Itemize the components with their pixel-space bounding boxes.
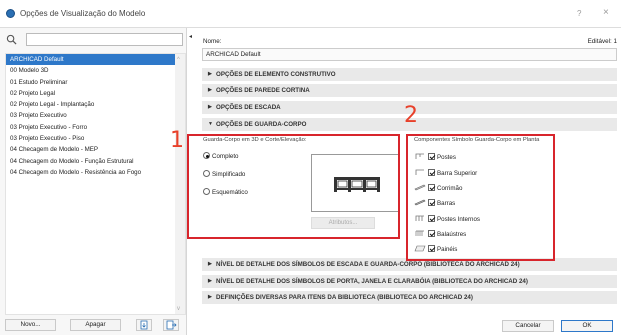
list-item[interactable]: 04 Checagem do Modelo - Resistência ao F…: [6, 167, 185, 178]
collapse-panel-icon[interactable]: ◂: [189, 33, 192, 40]
favorites-list: ARCHICAD Default 00 Modelo 3D 01 Estudo …: [5, 53, 186, 315]
section-label: OPÇÕES DE GUARDA-CORPO: [216, 121, 307, 128]
name-label: Nome:: [203, 38, 222, 45]
name-field[interactable]: ARCHICAD Default: [202, 48, 617, 61]
app-icon: [6, 9, 15, 18]
list-item[interactable]: 03 Projeto Executivo: [6, 110, 185, 121]
highlight-box-1: [187, 134, 400, 239]
list-scrollbar[interactable]: ^ v: [175, 54, 185, 314]
editable-label: Editável: 1: [587, 38, 617, 45]
list-item[interactable]: 01 Estudo Preliminar: [6, 77, 185, 88]
list-item[interactable]: 04 Checagem do Modelo - Função Estrutura…: [6, 156, 185, 167]
scroll-up-icon[interactable]: ^: [177, 57, 180, 63]
list-item[interactable]: 03 Projeto Executivo - Piso: [6, 133, 185, 144]
close-button[interactable]: ×: [603, 7, 609, 18]
export-icon: [166, 320, 177, 330]
export-button[interactable]: [163, 319, 179, 331]
section-label: OPÇÕES DE ESCADA: [216, 104, 281, 111]
section-label: NÍVEL DE DETALHE DOS SÍMBOLOS DE PORTA, …: [216, 278, 528, 285]
search-icon: [6, 34, 17, 45]
chevron-right-icon: ▶: [208, 278, 212, 284]
list-item[interactable]: 04 Checagem de Modelo - MEP: [6, 144, 185, 155]
chevron-right-icon: ▶: [208, 104, 212, 110]
new-button[interactable]: Novo...: [5, 319, 56, 331]
chevron-down-icon: ▼: [208, 121, 213, 127]
import-button[interactable]: [136, 319, 152, 331]
section-curtain-wall[interactable]: ▶ OPÇÕES DE PAREDE CORTINA: [202, 84, 617, 97]
ok-button[interactable]: OK: [561, 320, 613, 332]
annotation-number-2: 2: [404, 103, 418, 128]
section-label: NÍVEL DE DETALHE DOS SÍMBOLOS DE ESCADA …: [216, 261, 520, 268]
highlight-box-2: [406, 134, 555, 261]
section-misc-library[interactable]: ▶ DEFINIÇÕES DIVERSAS PARA ITENS DA BIBL…: [202, 291, 617, 304]
section-label: OPÇÕES DE PAREDE CORTINA: [216, 87, 310, 94]
section-label: OPÇÕES DE ELEMENTO CONSTRUTIVO: [216, 71, 336, 78]
list-item[interactable]: ARCHICAD Default: [6, 54, 185, 66]
delete-button[interactable]: Apagar: [70, 319, 121, 331]
section-label: DEFINIÇÕES DIVERSAS PARA ITENS DA BIBLIO…: [216, 294, 473, 301]
annotation-number-1: 1: [170, 128, 184, 153]
favorites-panel: ARCHICAD Default 00 Modelo 3D 01 Estudo …: [0, 28, 187, 335]
scroll-down-icon[interactable]: v: [177, 306, 180, 312]
list-item[interactable]: 03 Projeto Executivo - Forro: [6, 122, 185, 133]
chevron-right-icon: ▶: [208, 87, 212, 93]
list-item[interactable]: 02 Projeto Legal - Implantação: [6, 99, 185, 110]
window-title: Opções de Visualização do Modelo: [20, 9, 146, 18]
section-construction-elements[interactable]: ▶ OPÇÕES DE ELEMENTO CONSTRUTIVO: [202, 68, 617, 81]
list-item[interactable]: 00 Modelo 3D: [6, 65, 185, 76]
import-icon: [140, 320, 148, 330]
cancel-button[interactable]: Cancelar: [502, 320, 554, 332]
title-bar: Opções de Visualização do Modelo ? ×: [0, 0, 621, 28]
list-item[interactable]: 02 Projeto Legal: [6, 88, 185, 99]
chevron-right-icon: ▶: [208, 71, 212, 77]
chevron-right-icon: ▶: [208, 261, 212, 267]
help-button[interactable]: ?: [577, 9, 581, 18]
section-door-window-detail[interactable]: ▶ NÍVEL DE DETALHE DOS SÍMBOLOS DE PORTA…: [202, 275, 617, 288]
search-input[interactable]: [26, 33, 183, 46]
chevron-right-icon: ▶: [208, 294, 212, 300]
